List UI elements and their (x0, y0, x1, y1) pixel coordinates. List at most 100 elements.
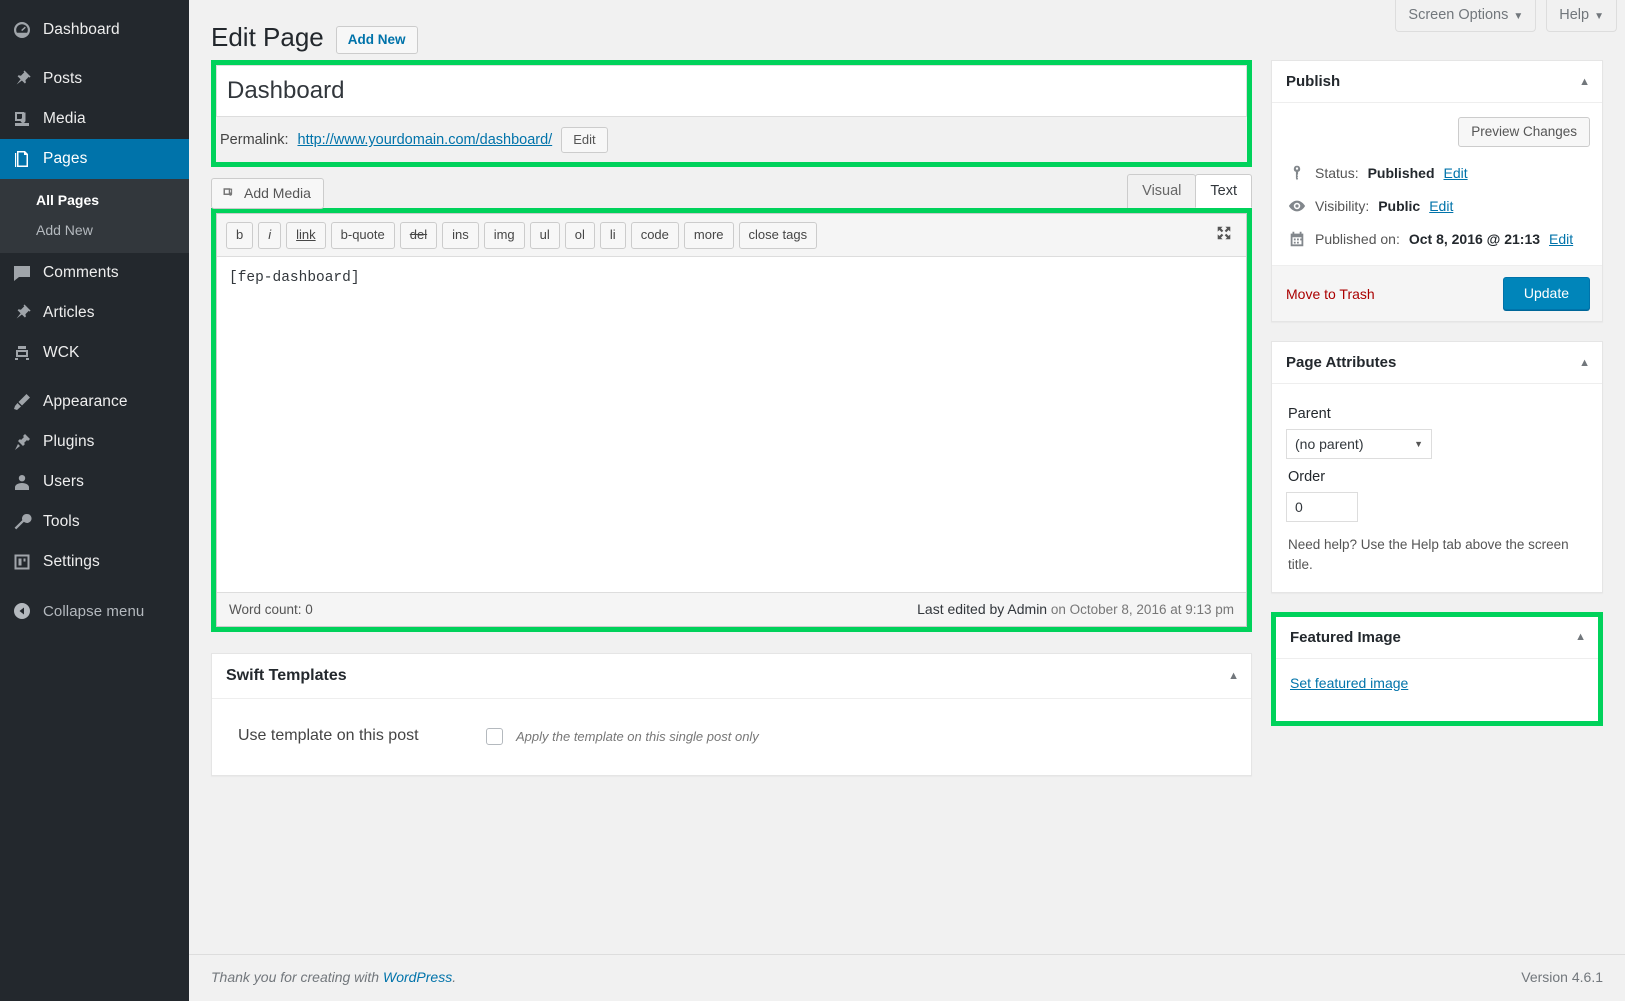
tab-visual[interactable]: Visual (1127, 174, 1197, 209)
settings-icon (14, 554, 30, 570)
sidebar-item-label: Dashboard (43, 21, 120, 38)
page-header: Edit Page Add New (211, 22, 1603, 54)
featured-image-title: Featured Image (1290, 628, 1401, 646)
title-permalink-highlight: Dashboard Permalink: http://www.yourdoma… (211, 60, 1252, 168)
sidebar-item-posts[interactable]: Posts (0, 59, 189, 99)
quicktag-del[interactable]: del (399, 222, 438, 250)
published-on-edit-link[interactable]: Edit (1549, 231, 1573, 247)
fullscreen-icon[interactable] (1215, 224, 1237, 247)
order-input[interactable]: 0 (1286, 492, 1358, 523)
preview-changes-button[interactable]: Preview Changes (1458, 117, 1590, 148)
sidebar-item-tools[interactable]: Tools (0, 502, 189, 542)
toggle-panel-icon[interactable]: ▲ (1228, 670, 1239, 682)
status-value: Published (1367, 165, 1435, 182)
publish-footer: Move to Trash Update (1272, 265, 1602, 322)
preview-row: Preview Changes (1286, 115, 1590, 158)
appearance-icon (14, 394, 30, 410)
parent-select[interactable]: (no parent) ▼ (1286, 429, 1432, 460)
toggle-panel-icon[interactable]: ▲ (1575, 631, 1586, 643)
version-label: Version 4.6.1 (1521, 969, 1603, 985)
quicktag-img[interactable]: img (483, 222, 525, 250)
order-input-value: 0 (1295, 499, 1303, 516)
status-label: Status: (1315, 165, 1359, 182)
featured-image-body: Set featured image (1276, 659, 1598, 721)
sidebar-subitem-add-new[interactable]: Add New (0, 215, 189, 245)
editor-content[interactable]: [fep-dashboard] (217, 257, 1246, 593)
add-media-button[interactable]: Add Media (211, 178, 324, 210)
sidebar-item-settings[interactable]: Settings (0, 542, 189, 582)
post-title-input[interactable]: Dashboard (216, 65, 1247, 118)
publish-panel: Publish ▲ Preview Changes Status: Publis… (1271, 60, 1603, 323)
last-edited-date: on October 8, 2016 at 9:13 pm (1050, 602, 1234, 618)
sidebar-item-comments[interactable]: Comments (0, 253, 189, 293)
swift-templates-panel: Swift Templates ▲ Use template on this p… (211, 653, 1252, 777)
page-title: Edit Page (211, 22, 324, 52)
page-attributes-body: Parent (no parent) ▼ Order 0 Need help? … (1272, 384, 1602, 592)
quicktag-ol[interactable]: ol (564, 222, 595, 250)
page-attributes-help: Need help? Use the Help tab above the sc… (1288, 537, 1569, 573)
quicktag-li[interactable]: li (599, 222, 626, 250)
media-icon (15, 112, 29, 126)
status-edit-link[interactable]: Edit (1444, 165, 1468, 181)
tools-icon (14, 513, 32, 530)
set-featured-image-link[interactable]: Set featured image (1290, 675, 1408, 691)
screen-options-label: Screen Options (1408, 7, 1509, 23)
sidebar-item-appearance[interactable]: Appearance (0, 382, 189, 422)
quicktag-more[interactable]: more (683, 222, 734, 250)
eye-icon (1288, 200, 1306, 212)
sidebar-item-label: Users (43, 473, 84, 490)
visibility-label: Visibility: (1315, 198, 1370, 215)
visibility-edit-link[interactable]: Edit (1429, 198, 1453, 214)
sidebar-item-dashboard[interactable]: Dashboard (0, 10, 189, 50)
update-button[interactable]: Update (1502, 277, 1590, 311)
featured-image-highlight: Featured Image ▲ Set featured image (1271, 611, 1603, 726)
quicktag-close-tags[interactable]: close tags (738, 222, 818, 250)
collapse-arrow-icon (14, 603, 30, 619)
publish-title: Publish (1286, 73, 1341, 91)
post-title-value: Dashboard (227, 77, 345, 105)
tab-text[interactable]: Text (1195, 174, 1252, 209)
primary-column: Dashboard Permalink: http://www.yourdoma… (211, 60, 1252, 777)
apply-template-checkbox[interactable] (486, 727, 503, 745)
editor-content-text: [fep-dashboard] (229, 270, 360, 287)
sidebar-subitem-all-pages[interactable]: All Pages (0, 185, 189, 215)
collapse-menu-label: Collapse menu (43, 602, 145, 620)
quicktag-b[interactable]: b (226, 222, 254, 250)
screen-options-button[interactable]: Screen Options ▼ (1395, 0, 1537, 32)
published-on-row: Published on: Oct 8, 2016 @ 21:13 Edit (1286, 224, 1590, 257)
screen-meta-links: Screen Options ▼ Help ▼ (1395, 0, 1617, 32)
publish-header: Publish ▲ (1272, 61, 1602, 104)
visibility-value: Public (1378, 198, 1421, 215)
order-label: Order (1288, 469, 1326, 486)
quicktag-code[interactable]: code (630, 222, 679, 250)
secondary-column: Publish ▲ Preview Changes Status: Publis… (1271, 60, 1603, 726)
sidebar-item-articles[interactable]: Articles (0, 293, 189, 333)
quicktag-ul[interactable]: ul (529, 222, 560, 250)
sidebar-item-plugins[interactable]: Plugins (0, 422, 189, 462)
collapse-menu-button[interactable]: Collapse menu (0, 591, 189, 631)
edit-slug-button[interactable]: Edit (561, 127, 608, 154)
quicktag-b-quote[interactable]: b-quote (330, 222, 395, 250)
quicktag-link[interactable]: link (286, 222, 326, 250)
add-new-button[interactable]: Add New (335, 25, 418, 54)
toggle-panel-icon[interactable]: ▲ (1579, 357, 1590, 369)
pin-icon (16, 304, 31, 319)
sidebar-item-users[interactable]: Users (0, 462, 189, 502)
wordpress-link[interactable]: WordPress (383, 969, 452, 985)
sidebar-item-wck[interactable]: WCK (0, 333, 189, 373)
sidebar-item-label: WCK (43, 344, 80, 361)
permalink-url[interactable]: http://www.yourdomain.com/dashboard/ (298, 132, 553, 148)
sidebar-separator (0, 50, 189, 59)
admin-footer: Thank you for creating with WordPress. V… (189, 954, 1625, 1001)
sidebar-item-label: Plugins (43, 433, 95, 450)
content-wrap: Edit Page Add New Dashboard Permalink: h… (189, 0, 1625, 777)
permalink-row: Permalink: http://www.yourdomain.com/das… (216, 117, 1247, 162)
footer-thanks: Thank you for creating with WordPress. (211, 969, 456, 985)
toggle-panel-icon[interactable]: ▲ (1579, 76, 1590, 88)
move-to-trash-link[interactable]: Move to Trash (1286, 286, 1375, 302)
help-button[interactable]: Help ▼ (1546, 0, 1617, 32)
sidebar-item-pages[interactable]: Pages (0, 139, 197, 179)
quicktag-i[interactable]: i (258, 222, 282, 250)
sidebar-item-media[interactable]: Media (0, 99, 189, 139)
quicktag-ins[interactable]: ins (442, 222, 479, 250)
